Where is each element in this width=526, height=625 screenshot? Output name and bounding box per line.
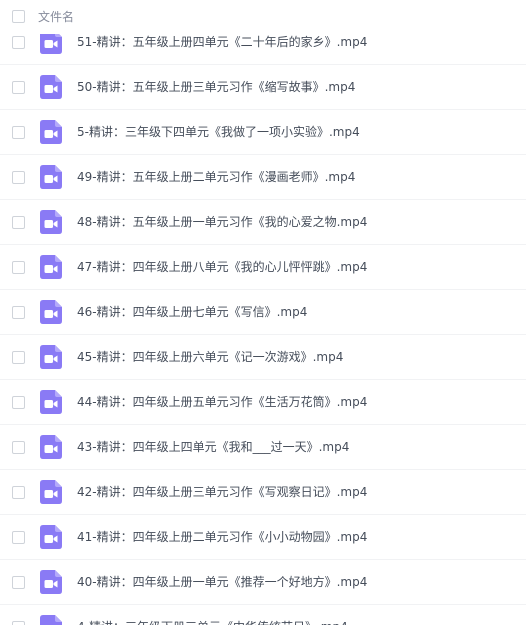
file-name[interactable]: 48-精讲：五年级上册一单元习作《我的心爱之物.mp4 — [77, 214, 367, 230]
file-row[interactable]: 47-精讲：四年级上册八单元《我的心儿怦怦跳》.mp4 — [0, 245, 526, 290]
video-file-icon — [40, 255, 62, 279]
video-file-icon — [40, 120, 62, 144]
video-file-icon — [40, 390, 62, 414]
file-row[interactable]: 49-精讲：五年级上册二单元习作《漫画老师》.mp4 — [0, 155, 526, 200]
row-checkbox[interactable] — [12, 171, 25, 184]
file-name[interactable]: 51-精讲：五年级上册四单元《二十年后的家乡》.mp4 — [77, 34, 367, 50]
file-name[interactable]: 45-精讲：四年级上册六单元《记一次游戏》.mp4 — [77, 349, 343, 365]
video-file-icon — [40, 435, 62, 459]
row-checkbox[interactable] — [12, 531, 25, 544]
list-header: 文件名 — [0, 0, 526, 34]
row-checkbox[interactable] — [12, 621, 25, 625]
row-checkbox[interactable] — [12, 216, 25, 229]
row-checkbox[interactable] — [12, 306, 25, 319]
file-row[interactable]: 45-精讲：四年级上册六单元《记一次游戏》.mp4 — [0, 335, 526, 380]
file-row[interactable]: 44-精讲：四年级上册五单元习作《生活万花筒》.mp4 — [0, 380, 526, 425]
file-row[interactable]: 41-精讲：四年级上册二单元习作《小小动物园》.mp4 — [0, 515, 526, 560]
file-name[interactable]: 5-精讲：三年级下四单元《我做了一项小实验》.mp4 — [77, 124, 360, 140]
row-checkbox[interactable] — [12, 576, 25, 589]
file-row[interactable]: 4-精讲：三年级下册三单元《中华传统节日》.mp4 — [0, 605, 526, 625]
video-file-icon — [40, 165, 62, 189]
row-checkbox[interactable] — [12, 261, 25, 274]
row-checkbox[interactable] — [12, 486, 25, 499]
video-file-icon — [40, 615, 62, 625]
file-name[interactable]: 40-精讲：四年级上册一单元《推荐一个好地方》.mp4 — [77, 574, 367, 590]
video-file-icon — [40, 345, 62, 369]
file-name[interactable]: 44-精讲：四年级上册五单元习作《生活万花筒》.mp4 — [77, 394, 367, 410]
row-checkbox[interactable] — [12, 81, 25, 94]
file-name[interactable]: 47-精讲：四年级上册八单元《我的心儿怦怦跳》.mp4 — [77, 259, 367, 275]
video-file-icon — [40, 75, 62, 99]
row-checkbox[interactable] — [12, 36, 25, 49]
column-header-filename[interactable]: 文件名 — [38, 9, 74, 25]
row-checkbox[interactable] — [12, 351, 25, 364]
file-row[interactable]: 48-精讲：五年级上册一单元习作《我的心爱之物.mp4 — [0, 200, 526, 245]
video-file-icon — [40, 480, 62, 504]
file-row[interactable]: 43-精讲：四年级上四单元《我和___过一天》.mp4 — [0, 425, 526, 470]
video-file-icon — [40, 210, 62, 234]
file-row[interactable]: 40-精讲：四年级上册一单元《推荐一个好地方》.mp4 — [0, 560, 526, 605]
file-row[interactable]: 50-精讲：五年级上册三单元习作《缩写故事》.mp4 — [0, 65, 526, 110]
file-name[interactable]: 41-精讲：四年级上册二单元习作《小小动物园》.mp4 — [77, 529, 367, 545]
video-file-icon — [40, 525, 62, 549]
file-name[interactable]: 43-精讲：四年级上四单元《我和___过一天》.mp4 — [77, 439, 349, 455]
row-checkbox[interactable] — [12, 396, 25, 409]
file-name[interactable]: 49-精讲：五年级上册二单元习作《漫画老师》.mp4 — [77, 169, 355, 185]
file-row[interactable]: 42-精讲：四年级上册三单元习作《写观察日记》.mp4 — [0, 470, 526, 515]
file-row[interactable]: 5-精讲：三年级下四单元《我做了一项小实验》.mp4 — [0, 110, 526, 155]
video-file-icon — [40, 570, 62, 594]
row-checkbox[interactable] — [12, 126, 25, 139]
row-checkbox[interactable] — [12, 441, 25, 454]
select-all-checkbox[interactable] — [12, 10, 25, 23]
file-name[interactable]: 50-精讲：五年级上册三单元习作《缩写故事》.mp4 — [77, 79, 355, 95]
file-name[interactable]: 42-精讲：四年级上册三单元习作《写观察日记》.mp4 — [77, 484, 367, 500]
file-row[interactable]: 46-精讲：四年级上册七单元《写信》.mp4 — [0, 290, 526, 335]
file-name[interactable]: 4-精讲：三年级下册三单元《中华传统节日》.mp4 — [77, 619, 348, 625]
file-name[interactable]: 46-精讲：四年级上册七单元《写信》.mp4 — [77, 304, 307, 320]
file-list: 51-精讲：五年级上册四单元《二十年后的家乡》.mp4 50-精讲：五年级上册三… — [0, 0, 526, 625]
video-file-icon — [40, 300, 62, 324]
